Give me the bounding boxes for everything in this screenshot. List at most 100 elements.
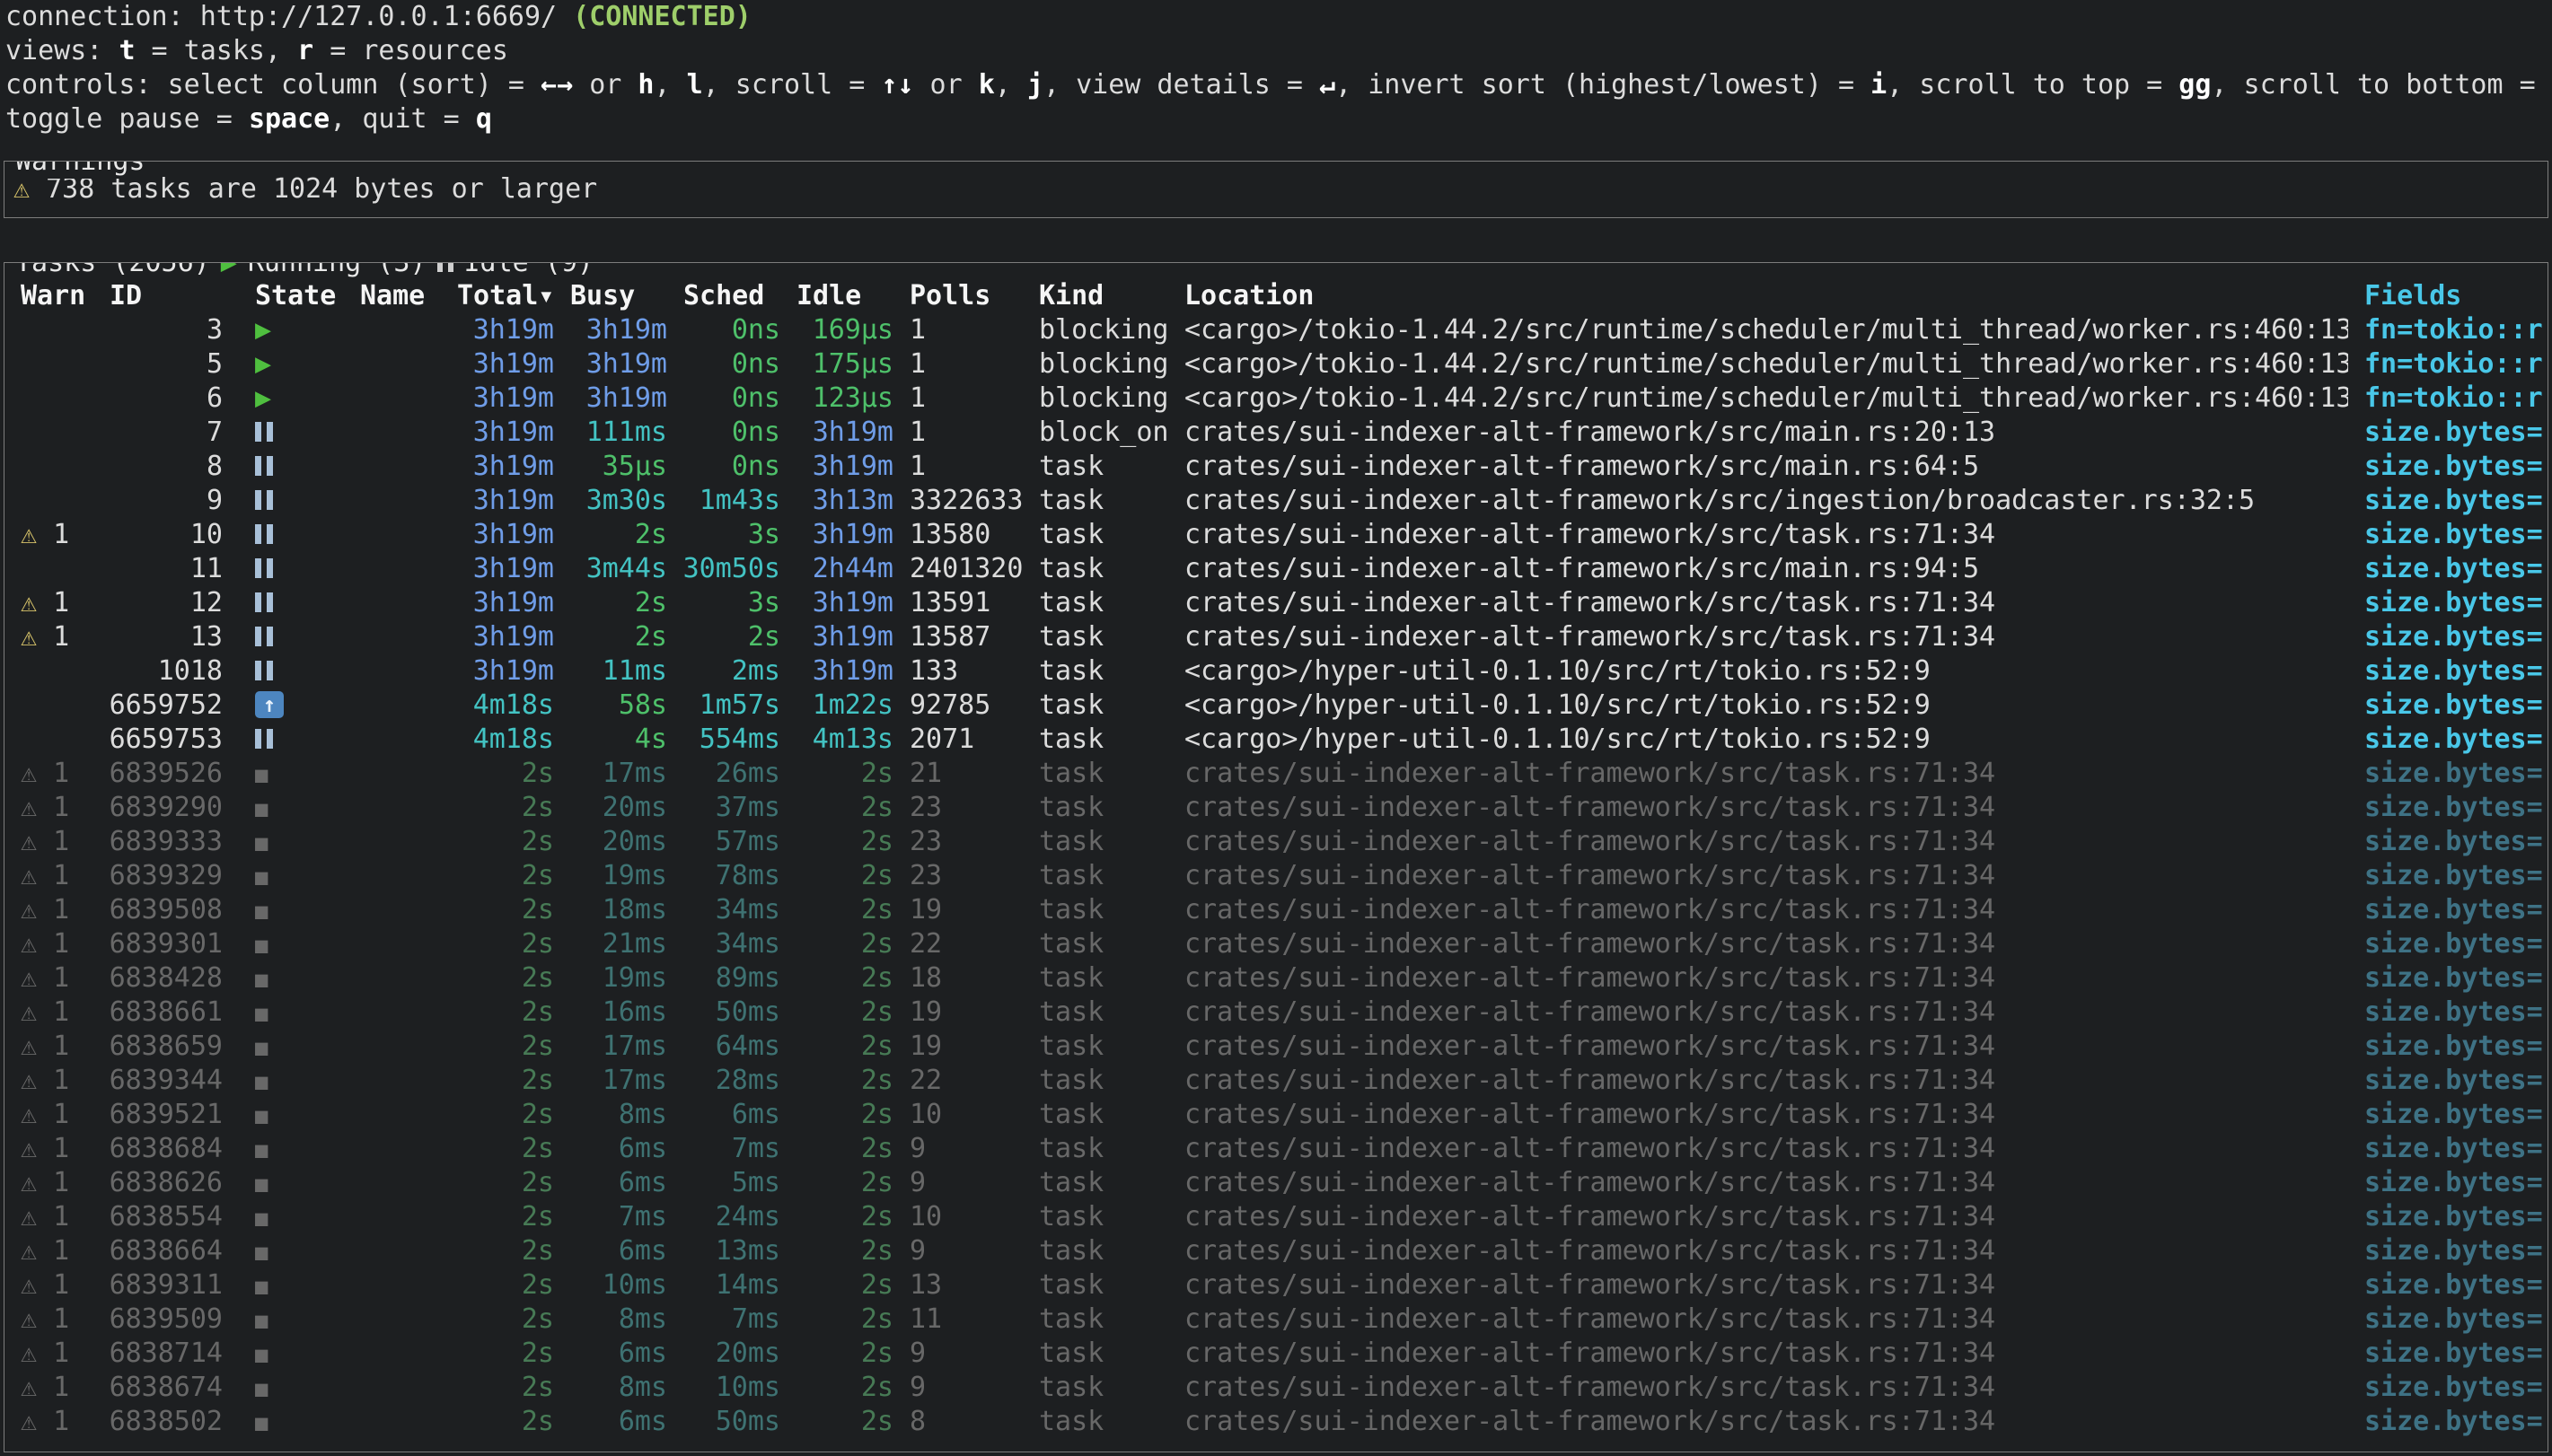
total-duration: 2s	[441, 859, 554, 893]
task-location: crates/sui-indexer-alt-framework/src/tas…	[1168, 518, 2348, 552]
busy-duration: 10ms	[554, 1268, 667, 1303]
state-cell: ■	[223, 1132, 336, 1166]
idle-duration: 2s	[780, 1132, 893, 1166]
task-row[interactable]: 83h19m35µs0ns3h19m1taskcrates/sui-indexe…	[4, 450, 2548, 484]
task-name	[336, 1268, 441, 1303]
task-row[interactable]: ⚠ 16838659■2s17ms64ms2s19taskcrates/sui-…	[4, 1030, 2548, 1064]
task-name	[336, 723, 441, 757]
column-header-warn[interactable]: Warn	[4, 279, 85, 313]
task-name	[336, 654, 441, 689]
sched-duration: 26ms	[667, 757, 780, 791]
state-cell: ■	[223, 927, 336, 961]
warn-cell: ⚠ 1	[4, 1132, 85, 1166]
task-row[interactable]: ⚠ 16839521■2s8ms6ms2s10taskcrates/sui-in…	[4, 1098, 2548, 1132]
task-id: 6838714	[85, 1337, 223, 1371]
task-row[interactable]: ⚠ 16838661■2s16ms50ms2s19taskcrates/sui-…	[4, 996, 2548, 1030]
task-name	[336, 586, 441, 620]
task-name	[336, 1405, 441, 1439]
task-kind: task	[1023, 1268, 1168, 1303]
state-cell: ■	[223, 1098, 336, 1132]
task-row[interactable]: 66597534m18s4s554ms4m13s2071task<cargo>/…	[4, 723, 2548, 757]
tasks-count-label: Tasks (2056)	[15, 262, 210, 280]
task-row[interactable]: ⚠ 16839344■2s17ms28ms2s22taskcrates/sui-…	[4, 1064, 2548, 1098]
column-header-loc[interactable]: Location	[1168, 279, 2348, 313]
task-fields: fn=tokio::r	[2348, 347, 2548, 382]
help-text: or	[573, 69, 638, 101]
task-row[interactable]: 113h19m3m44s30m50s2h44m2401320taskcrates…	[4, 552, 2548, 586]
task-id: 1018	[85, 654, 223, 689]
column-header-sched[interactable]: Sched	[667, 279, 780, 313]
total-duration: 2s	[441, 791, 554, 825]
warning-icon: ⚠	[21, 996, 37, 1028]
idle-duration: 2s	[780, 1234, 893, 1268]
column-header-name[interactable]: Name	[336, 279, 441, 313]
task-row[interactable]: ⚠ 16838502■2s6ms50ms2s8taskcrates/sui-in…	[4, 1405, 2548, 1439]
warning-icon: ⚠	[21, 1031, 37, 1062]
task-row[interactable]: ⚠ 16839509■2s8ms7ms2s11taskcrates/sui-in…	[4, 1303, 2548, 1337]
warn-cell: ⚠ 1	[4, 1064, 85, 1098]
task-row[interactable]: ⚠ 16838684■2s6ms7ms2s9taskcrates/sui-ind…	[4, 1132, 2548, 1166]
task-fields: size.bytes=	[2348, 689, 2548, 723]
busy-duration: 17ms	[554, 757, 667, 791]
task-row[interactable]: ⚠ 16839290■2s20ms37ms2s23taskcrates/sui-…	[4, 791, 2548, 825]
help-text: ,	[654, 69, 686, 101]
task-name	[336, 1098, 441, 1132]
task-row[interactable]: 6659752↑4m18s58s1m57s1m22s92785task<carg…	[4, 689, 2548, 723]
warn-cell: ⚠ 1	[4, 825, 85, 859]
help-text: or	[913, 69, 978, 101]
column-header-id[interactable]: ID	[85, 279, 223, 313]
task-kind: task	[1023, 927, 1168, 961]
task-row[interactable]: 6▶3h19m3h19m0ns123µs1blocking<cargo>/tok…	[4, 382, 2548, 416]
column-header-busy[interactable]: Busy	[554, 279, 667, 313]
task-kind: task	[1023, 1405, 1168, 1439]
idle-duration: 2s	[780, 1303, 893, 1337]
task-row[interactable]: ⚠ 16839508■2s18ms34ms2s19taskcrates/sui-…	[4, 893, 2548, 927]
task-row[interactable]: ⚠ 1133h19m2s2s3h19m13587taskcrates/sui-i…	[4, 620, 2548, 654]
task-fields: size.bytes=	[2348, 1064, 2548, 1098]
task-location: crates/sui-indexer-alt-framework/src/tas…	[1168, 859, 2348, 893]
busy-duration: 8ms	[554, 1371, 667, 1405]
task-row[interactable]: ⚠ 16838554■2s7ms24ms2s10taskcrates/sui-i…	[4, 1200, 2548, 1234]
idle-duration: 2s	[780, 1030, 893, 1064]
task-row[interactable]: ⚠ 16839333■2s20ms57ms2s23taskcrates/sui-…	[4, 825, 2548, 859]
column-header-state[interactable]: State	[223, 279, 336, 313]
task-location: <cargo>/tokio-1.44.2/src/runtime/schedul…	[1168, 382, 2348, 416]
warn-cell: ⚠ 1	[4, 1234, 85, 1268]
help-text: r	[297, 35, 313, 66]
task-row[interactable]: 93h19m3m30s1m43s3h13m3322633taskcrates/s…	[4, 484, 2548, 518]
task-row[interactable]: ⚠ 16838714■2s6ms20ms2s9taskcrates/sui-in…	[4, 1337, 2548, 1371]
task-row[interactable]: ⚠ 1103h19m2s3s3h19m13580taskcrates/sui-i…	[4, 518, 2548, 552]
column-header-fields[interactable]: Fields	[2348, 279, 2548, 313]
polls-count: 10	[893, 1098, 1023, 1132]
task-row[interactable]: ⚠ 16839329■2s19ms78ms2s23taskcrates/sui-…	[4, 859, 2548, 893]
total-duration: 3h19m	[441, 313, 554, 347]
task-row[interactable]: ⚠ 16838664■2s6ms13ms2s9taskcrates/sui-in…	[4, 1234, 2548, 1268]
task-row[interactable]: ⚠ 16838674■2s8ms10ms2s9taskcrates/sui-in…	[4, 1371, 2548, 1405]
task-name	[336, 1234, 441, 1268]
idle-duration: 4m13s	[780, 723, 893, 757]
task-kind: task	[1023, 1030, 1168, 1064]
column-header-kind[interactable]: Kind	[1023, 279, 1168, 313]
column-header-total[interactable]: Total▾	[441, 279, 554, 313]
task-id: 6839311	[85, 1268, 223, 1303]
sched-duration: 0ns	[667, 313, 780, 347]
polls-count: 19	[893, 1030, 1023, 1064]
task-row[interactable]: 3▶3h19m3h19m0ns169µs1blocking<cargo>/tok…	[4, 313, 2548, 347]
task-row[interactable]: 10183h19m11ms2ms3h19m133task<cargo>/hype…	[4, 654, 2548, 689]
task-row[interactable]: 73h19m111ms0ns3h19m1block_oncrates/sui-i…	[4, 416, 2548, 450]
warn-cell: ⚠ 1	[4, 791, 85, 825]
task-row[interactable]: ⚠ 16839311■2s10ms14ms2s13taskcrates/sui-…	[4, 1268, 2548, 1303]
task-row[interactable]: ⚠ 16839301■2s21ms34ms2s22taskcrates/sui-…	[4, 927, 2548, 961]
idle-duration: 2s	[780, 1166, 893, 1200]
task-row[interactable]: ⚠ 1123h19m2s3s3h19m13591taskcrates/sui-i…	[4, 586, 2548, 620]
task-fields: size.bytes=	[2348, 416, 2548, 450]
task-row[interactable]: ⚠ 16838626■2s6ms5ms2s9taskcrates/sui-ind…	[4, 1166, 2548, 1200]
task-row[interactable]: ⚠ 16838428■2s19ms89ms2s18taskcrates/sui-…	[4, 961, 2548, 996]
task-location: crates/sui-indexer-alt-framework/src/tas…	[1168, 927, 2348, 961]
task-kind: task	[1023, 552, 1168, 586]
column-header-idle[interactable]: Idle	[780, 279, 893, 313]
column-header-polls[interactable]: Polls	[893, 279, 1023, 313]
sched-duration: 30m50s	[667, 552, 780, 586]
task-row[interactable]: 5▶3h19m3h19m0ns175µs1blocking<cargo>/tok…	[4, 347, 2548, 382]
task-row[interactable]: ⚠ 16839526■2s17ms26ms2s21taskcrates/sui-…	[4, 757, 2548, 791]
